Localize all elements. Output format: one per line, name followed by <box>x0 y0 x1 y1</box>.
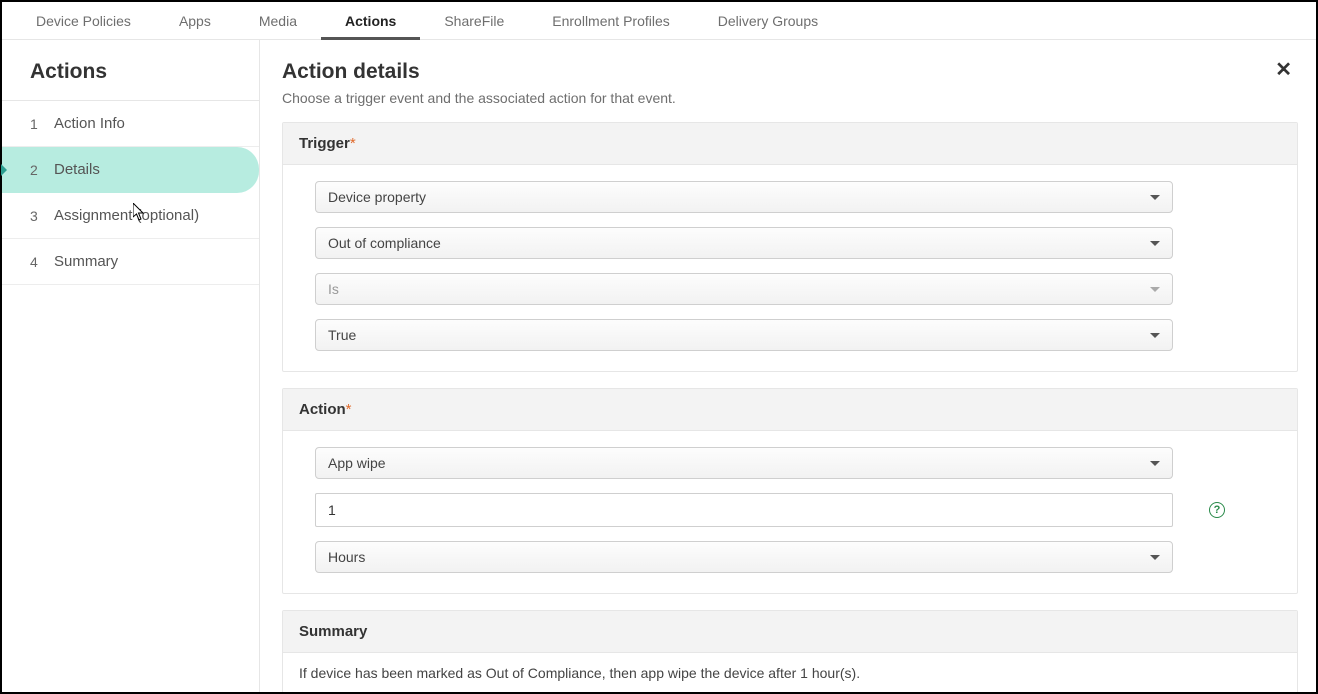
action-panel-header: Action* <box>283 389 1297 431</box>
help-icon[interactable]: ? <box>1209 502 1225 518</box>
top-nav: Device Policies Apps Media Actions Share… <box>2 2 1316 40</box>
tab-device-policies[interactable]: Device Policies <box>12 2 155 40</box>
step-number: 2 <box>30 162 44 178</box>
wizard-steps: 1 Action Info 2 Details 3 Assignment (op… <box>2 101 259 285</box>
tab-delivery-groups[interactable]: Delivery Groups <box>694 2 842 40</box>
tab-apps[interactable]: Apps <box>155 2 235 40</box>
chevron-down-icon <box>1150 555 1160 560</box>
step-label: Action Info <box>54 115 125 132</box>
trigger-value: True <box>328 327 356 343</box>
step-number: 4 <box>30 254 44 270</box>
trigger-type-value: Device property <box>328 189 426 205</box>
trigger-value-select[interactable]: True <box>315 319 1173 351</box>
step-assignment[interactable]: 3 Assignment (optional) <box>2 193 259 239</box>
delay-unit-select[interactable]: Hours <box>315 541 1173 573</box>
sidebar-title: Actions <box>2 40 259 101</box>
required-indicator: * <box>350 135 356 152</box>
summary-text: If device has been marked as Out of Comp… <box>283 653 1297 692</box>
action-type-value: App wipe <box>328 455 386 471</box>
step-summary[interactable]: 4 Summary <box>2 239 259 285</box>
trigger-property-value: Out of compliance <box>328 235 441 251</box>
trigger-header-label: Trigger <box>299 135 350 152</box>
chevron-down-icon <box>1150 287 1160 292</box>
action-header-label: Action <box>299 401 346 418</box>
summary-panel: Summary If device has been marked as Out… <box>282 610 1298 692</box>
chevron-down-icon <box>1150 241 1160 246</box>
action-type-select[interactable]: App wipe <box>315 447 1173 479</box>
tab-media[interactable]: Media <box>235 2 321 40</box>
tab-enrollment-profiles[interactable]: Enrollment Profiles <box>528 2 694 40</box>
chevron-down-icon <box>1150 333 1160 338</box>
step-number: 1 <box>30 116 44 132</box>
sidebar: Actions 1 Action Info 2 Details 3 Assign… <box>2 40 260 692</box>
page-title: Action details <box>282 60 676 84</box>
step-action-info[interactable]: 1 Action Info <box>2 101 259 147</box>
trigger-panel: Trigger* Device property Out of complian… <box>282 122 1298 372</box>
tab-sharefile[interactable]: ShareFile <box>420 2 528 40</box>
trigger-operator-value: Is <box>328 281 339 297</box>
chevron-down-icon <box>1150 461 1160 466</box>
step-number: 3 <box>30 208 44 224</box>
trigger-operator-select[interactable]: Is <box>315 273 1173 305</box>
required-indicator: * <box>346 401 352 418</box>
step-details[interactable]: 2 Details <box>2 147 259 193</box>
delay-value-input[interactable] <box>315 493 1173 527</box>
tab-actions[interactable]: Actions <box>321 2 420 40</box>
page-subtitle: Choose a trigger event and the associate… <box>282 90 676 106</box>
trigger-type-select[interactable]: Device property <box>315 181 1173 213</box>
trigger-panel-header: Trigger* <box>283 123 1297 165</box>
chevron-down-icon <box>1150 195 1160 200</box>
close-icon[interactable]: ✕ <box>1269 60 1298 80</box>
step-label: Details <box>54 161 100 178</box>
step-label: Assignment (optional) <box>54 207 199 224</box>
main-content: Action details Choose a trigger event an… <box>260 40 1316 692</box>
action-panel: Action* App wipe ? Hours <box>282 388 1298 594</box>
delay-unit-value: Hours <box>328 549 365 565</box>
step-label: Summary <box>54 253 118 270</box>
trigger-property-select[interactable]: Out of compliance <box>315 227 1173 259</box>
summary-panel-header: Summary <box>283 611 1297 653</box>
